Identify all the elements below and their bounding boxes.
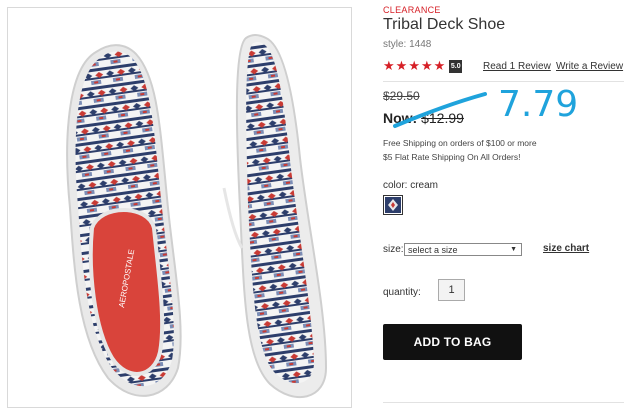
quantity-label: quantity: — [383, 287, 421, 298]
product-style-number: style: 1448 — [383, 39, 432, 50]
size-chart-link[interactable]: size chart — [543, 243, 589, 254]
color-label: color: cream — [383, 180, 439, 191]
right-shoe — [222, 34, 328, 399]
product-title: Tribal Deck Shoe — [383, 16, 506, 33]
left-shoe: AEROPOSTALE — [66, 44, 182, 397]
divider — [383, 81, 624, 82]
quantity-input[interactable]: 1 — [438, 279, 465, 301]
star-icon: ★ — [408, 58, 420, 73]
swatch-icon — [385, 197, 401, 213]
free-shipping-note: Free Shipping on orders of $100 or more — [383, 138, 537, 148]
product-image: AEROPOSTALE — [66, 34, 328, 399]
size-select[interactable]: select a size ▼ — [404, 243, 522, 256]
add-to-bag-button[interactable]: ADD TO BAG — [383, 324, 522, 360]
star-icon: ★ — [383, 58, 395, 73]
size-label: size: — [383, 244, 404, 255]
annotated-price: 7.79 — [498, 84, 579, 125]
size-select-value: select a size — [408, 244, 458, 255]
read-reviews-link[interactable]: Read 1 Review — [483, 61, 551, 72]
clearance-badge: CLEARANCE — [383, 5, 441, 15]
write-review-link[interactable]: Write a Review — [556, 61, 623, 72]
rating-value-badge: 5.0 — [449, 59, 463, 73]
star-icon: ★ — [420, 58, 433, 73]
dropdown-arrow-icon: ▼ — [510, 246, 517, 253]
star-icon: ★ — [433, 58, 446, 73]
rating-stars: ★ ★ ★ ★ ★ 5.0 — [383, 58, 463, 73]
product-image-frame[interactable]: AEROPOSTALE — [7, 7, 352, 408]
price-strike-annotation — [393, 92, 487, 128]
star-icon: ★ — [395, 58, 408, 73]
divider — [383, 402, 624, 403]
flat-rate-shipping-note: $5 Flat Rate Shipping On All Orders! — [383, 152, 521, 162]
color-swatch-cream[interactable] — [383, 195, 403, 215]
